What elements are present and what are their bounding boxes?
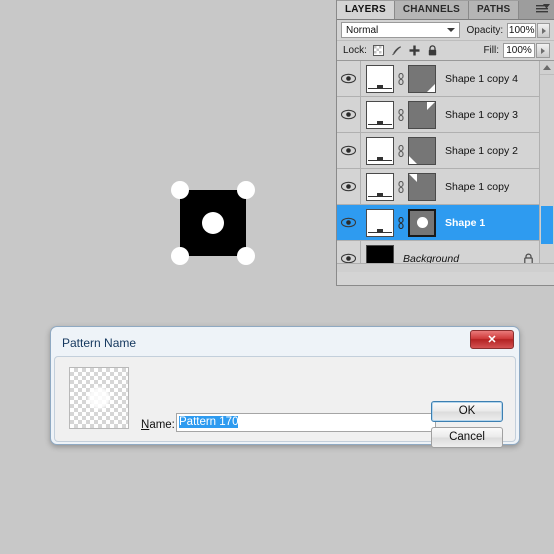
lock-icon-group xyxy=(372,45,438,56)
tab-layers[interactable]: LAYERS xyxy=(337,1,395,19)
layer-thumbnail[interactable] xyxy=(366,100,394,129)
vector-mask-thumbnail[interactable] xyxy=(408,100,436,129)
vector-mask-thumbnail[interactable] xyxy=(408,136,436,165)
layer-name: Shape 1 copy 3 xyxy=(445,108,518,121)
eye-icon xyxy=(341,73,356,84)
layer-name: Shape 1 copy 2 xyxy=(445,144,518,157)
panel-menu-icon[interactable] xyxy=(534,4,550,15)
layer-thumbnail[interactable] xyxy=(366,64,394,93)
dialog-titlebar[interactable]: Pattern Name ✕ xyxy=(54,330,516,356)
mask-corner-shape xyxy=(427,83,435,92)
vector-mask-thumbnail[interactable] xyxy=(408,172,436,201)
table-row[interactable]: Background xyxy=(337,241,554,263)
layer-name: Shape 1 xyxy=(445,216,486,229)
layer-name: Shape 1 copy xyxy=(445,180,510,193)
link-icon[interactable] xyxy=(397,180,405,193)
layer-visibility-toggle[interactable] xyxy=(337,97,361,132)
close-icon[interactable]: ✕ xyxy=(470,330,514,349)
layer-name: Background xyxy=(403,252,460,264)
blend-mode-value: Normal xyxy=(346,24,379,36)
lock-transparent-pixels-icon[interactable] xyxy=(372,45,384,56)
artwork-black-tile xyxy=(171,181,255,265)
artwork-corner-dot-top-right xyxy=(237,181,255,199)
layer-visibility-toggle[interactable] xyxy=(337,241,361,263)
pattern-name-dialog: Pattern Name ✕ Name: Pattern 170 OK Canc… xyxy=(50,326,520,448)
scroll-up-arrow-icon[interactable] xyxy=(540,61,554,75)
panel-footer xyxy=(337,263,554,272)
layer-thumbnail[interactable] xyxy=(366,172,394,201)
eye-icon xyxy=(341,145,356,156)
table-row[interactable]: Shape 1 copy 3 xyxy=(337,97,554,133)
layer-visibility-toggle[interactable] xyxy=(337,169,361,204)
fill-input[interactable]: 100% xyxy=(503,43,535,58)
lock-label: Lock: xyxy=(343,45,367,56)
mask-corner-shape xyxy=(409,155,417,164)
link-icon[interactable] xyxy=(397,144,405,157)
ok-button[interactable]: OK xyxy=(431,401,503,422)
tab-paths[interactable]: PATHS xyxy=(469,1,520,19)
background-layer-thumbnail[interactable] xyxy=(366,244,394,263)
mask-corner-shape xyxy=(409,173,417,182)
eye-icon xyxy=(341,253,356,263)
layer-visibility-toggle[interactable] xyxy=(337,61,361,96)
eye-icon xyxy=(341,217,356,228)
lock-all-icon[interactable] xyxy=(427,45,438,56)
dialog-title: Pattern Name xyxy=(62,336,137,350)
layer-visibility-toggle[interactable] xyxy=(337,133,361,168)
mask-circle-shape xyxy=(416,217,428,228)
table-row[interactable]: Shape 1 copy xyxy=(337,169,554,205)
name-label-text: ame: xyxy=(149,419,175,431)
panel-tab-strip: LAYERS CHANNELS PATHS xyxy=(337,0,554,20)
table-row[interactable]: Shape 1 copy 4 xyxy=(337,61,554,97)
opacity-input[interactable]: 100% xyxy=(507,22,537,38)
name-label: Name: xyxy=(141,419,175,431)
fill-label: Fill: xyxy=(483,45,499,56)
canvas-artwork xyxy=(171,181,255,265)
chevron-down-icon xyxy=(447,28,456,32)
layer-name: Shape 1 copy 4 xyxy=(445,72,518,85)
fill-slider-button[interactable] xyxy=(536,43,550,58)
dialog-body: Name: Pattern 170 OK Cancel xyxy=(54,356,516,448)
link-icon[interactable] xyxy=(397,72,405,85)
scrollbar-thumb[interactable] xyxy=(541,206,553,244)
blend-mode-select[interactable]: Normal xyxy=(341,22,461,38)
pattern-preview-shape xyxy=(88,387,110,409)
table-row-selected[interactable]: Shape 1 xyxy=(337,205,554,241)
tab-channels[interactable]: CHANNELS xyxy=(394,1,470,19)
layers-scrollbar[interactable] xyxy=(539,61,554,263)
opacity-label: Opacity: xyxy=(466,24,504,36)
artwork-corner-dot-top-left xyxy=(171,181,189,199)
lock-row: Lock: Fill: 100% xyxy=(337,41,554,61)
layers-list: Shape 1 copy 4 Shape 1 copy 3 Shape 1 co… xyxy=(337,61,554,263)
artwork-center-dot xyxy=(202,212,224,234)
lock-image-pixels-icon[interactable] xyxy=(391,45,402,56)
layer-thumbnail[interactable] xyxy=(366,136,394,165)
layer-visibility-toggle[interactable] xyxy=(337,205,361,240)
link-icon[interactable] xyxy=(397,108,405,121)
eye-icon xyxy=(341,109,356,120)
link-icon[interactable] xyxy=(397,216,405,229)
blend-opacity-row: Normal Opacity: 100% xyxy=(337,20,554,41)
artwork-corner-dot-bottom-right xyxy=(237,247,255,265)
mask-corner-shape xyxy=(427,101,435,110)
vector-mask-thumbnail[interactable] xyxy=(408,64,436,93)
artwork-corner-dot-bottom-left xyxy=(171,247,189,265)
layers-panel: LAYERS CHANNELS PATHS Normal Opacity: 10… xyxy=(336,0,554,286)
layer-locked-icon xyxy=(524,253,533,263)
lock-position-icon[interactable] xyxy=(409,45,420,56)
opacity-slider-button[interactable] xyxy=(537,22,550,38)
vector-mask-thumbnail[interactable] xyxy=(408,208,436,237)
eye-icon xyxy=(341,181,356,192)
pattern-name-value: Pattern 170 xyxy=(179,416,239,428)
pattern-name-input[interactable]: Pattern 170 xyxy=(176,413,436,432)
layer-thumbnail[interactable] xyxy=(366,208,394,237)
table-row[interactable]: Shape 1 copy 2 xyxy=(337,133,554,169)
cancel-button[interactable]: Cancel xyxy=(431,427,503,448)
pattern-preview-thumbnail xyxy=(69,367,129,429)
